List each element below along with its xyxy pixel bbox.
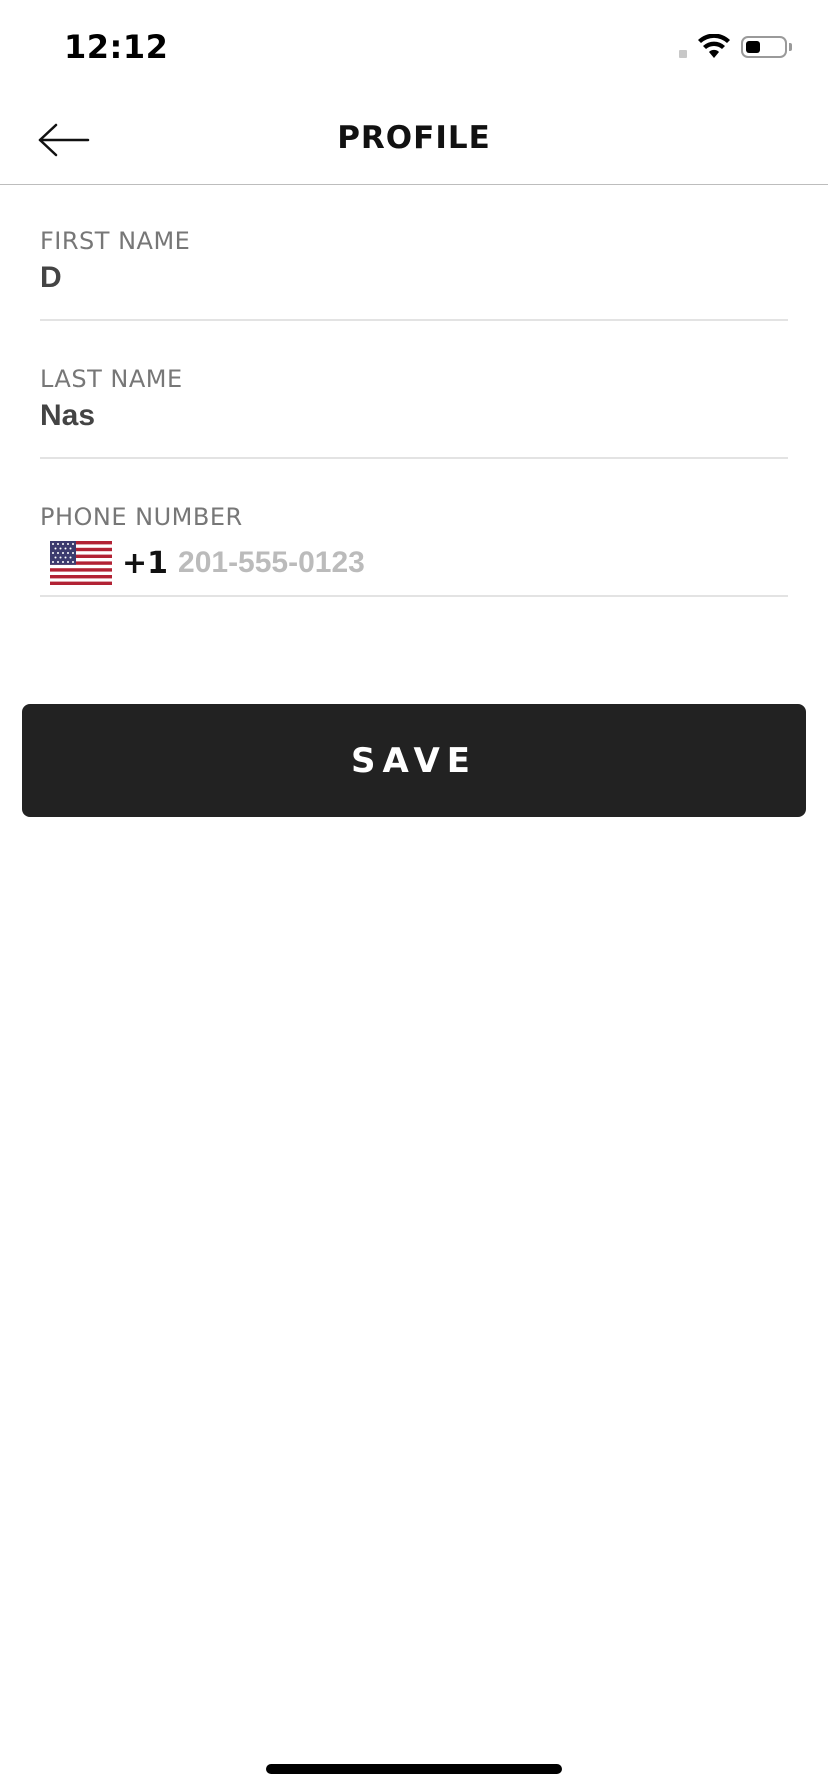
last-name-input[interactable] bbox=[40, 399, 640, 433]
first-name-input[interactable] bbox=[40, 261, 640, 295]
battery-tip bbox=[789, 43, 792, 51]
battery-icon bbox=[741, 36, 787, 58]
battery-fill bbox=[746, 41, 760, 53]
phone-number-label: PHONE NUMBER bbox=[40, 503, 243, 531]
first-name-field: FIRST NAME bbox=[40, 185, 788, 321]
status-icons bbox=[679, 34, 792, 60]
first-name-label: FIRST NAME bbox=[40, 227, 191, 255]
status-time: 12:12 bbox=[64, 28, 169, 66]
last-name-field: LAST NAME bbox=[40, 323, 788, 459]
home-indicator bbox=[266, 1764, 562, 1774]
status-bar: 12:12 bbox=[0, 0, 828, 100]
wifi-icon bbox=[698, 34, 730, 58]
phone-row: +1 bbox=[50, 541, 579, 585]
signal-dot-icon bbox=[679, 50, 687, 58]
page-title: PROFILE bbox=[337, 120, 491, 156]
phone-number-field: PHONE NUMBER +1 bbox=[40, 461, 788, 597]
phone-number-input[interactable] bbox=[178, 546, 579, 580]
profile-form: FIRST NAME LAST NAME PHONE NUMBER bbox=[40, 185, 788, 599]
dial-code: +1 bbox=[122, 545, 169, 581]
last-name-label: LAST NAME bbox=[40, 365, 183, 393]
save-button[interactable]: SAVE bbox=[22, 704, 806, 817]
us-flag-icon[interactable] bbox=[50, 541, 112, 585]
nav-bar: PROFILE bbox=[0, 100, 828, 185]
